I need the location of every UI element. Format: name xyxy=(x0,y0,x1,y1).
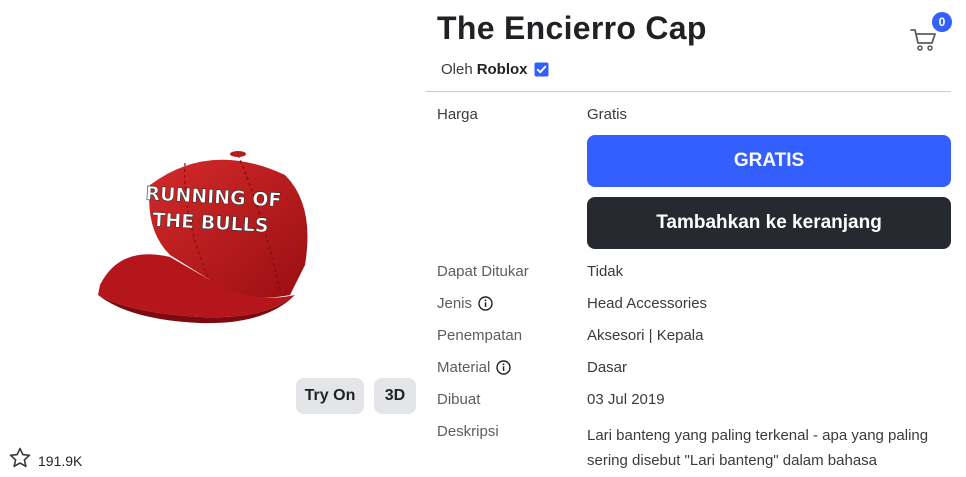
tradable-value: Tidak xyxy=(587,263,624,280)
type-value: Head Accessories xyxy=(587,295,708,312)
info-icon[interactable] xyxy=(496,360,512,375)
add-to-cart-button[interactable]: Tambahkan ke keranjang xyxy=(587,197,951,249)
item-title: The Encierro Cap xyxy=(437,10,707,46)
item-thumbnail: RUNNING OF THE BULLS xyxy=(90,145,330,325)
shopping-cart-button[interactable]: 0 xyxy=(908,12,952,52)
description-text: Lari banteng yang paling terkenal - apa … xyxy=(587,427,929,469)
creator-link[interactable]: Roblox xyxy=(477,61,528,78)
placement-label: Penempatan xyxy=(437,327,523,344)
favorite-count: 191.9K xyxy=(38,452,83,469)
material-value: Dasar xyxy=(587,359,628,376)
placement-value: Aksesori | Kepala xyxy=(587,327,704,344)
star-icon[interactable] xyxy=(8,446,32,475)
description-label: Deskripsi xyxy=(437,423,499,440)
price-label: Harga xyxy=(437,106,478,123)
try-on-button[interactable]: Try On xyxy=(296,378,364,414)
info-icon[interactable] xyxy=(478,296,493,311)
favorite-row[interactable]: 191.9K xyxy=(8,446,82,475)
tradable-label: Dapat Ditukar xyxy=(437,263,529,280)
created-label: Dibuat xyxy=(437,391,481,408)
verified-badge-icon xyxy=(534,62,549,77)
type-label-row: Jenis xyxy=(437,295,493,312)
byline-prefix: Oleh xyxy=(441,61,473,78)
type-label: Jenis xyxy=(437,295,473,312)
created-value: 03 Jul 2019 xyxy=(587,391,665,408)
price-value: Gratis xyxy=(587,106,628,123)
material-label-row: Material xyxy=(437,359,512,376)
creator-byline: Oleh Roblox xyxy=(441,61,549,78)
view-3d-button[interactable]: 3D xyxy=(374,378,416,414)
get-button[interactable]: GRATIS xyxy=(587,135,951,187)
header-divider xyxy=(426,91,951,92)
material-label: Material xyxy=(437,359,491,376)
cart-count-badge: 0 xyxy=(932,12,952,32)
